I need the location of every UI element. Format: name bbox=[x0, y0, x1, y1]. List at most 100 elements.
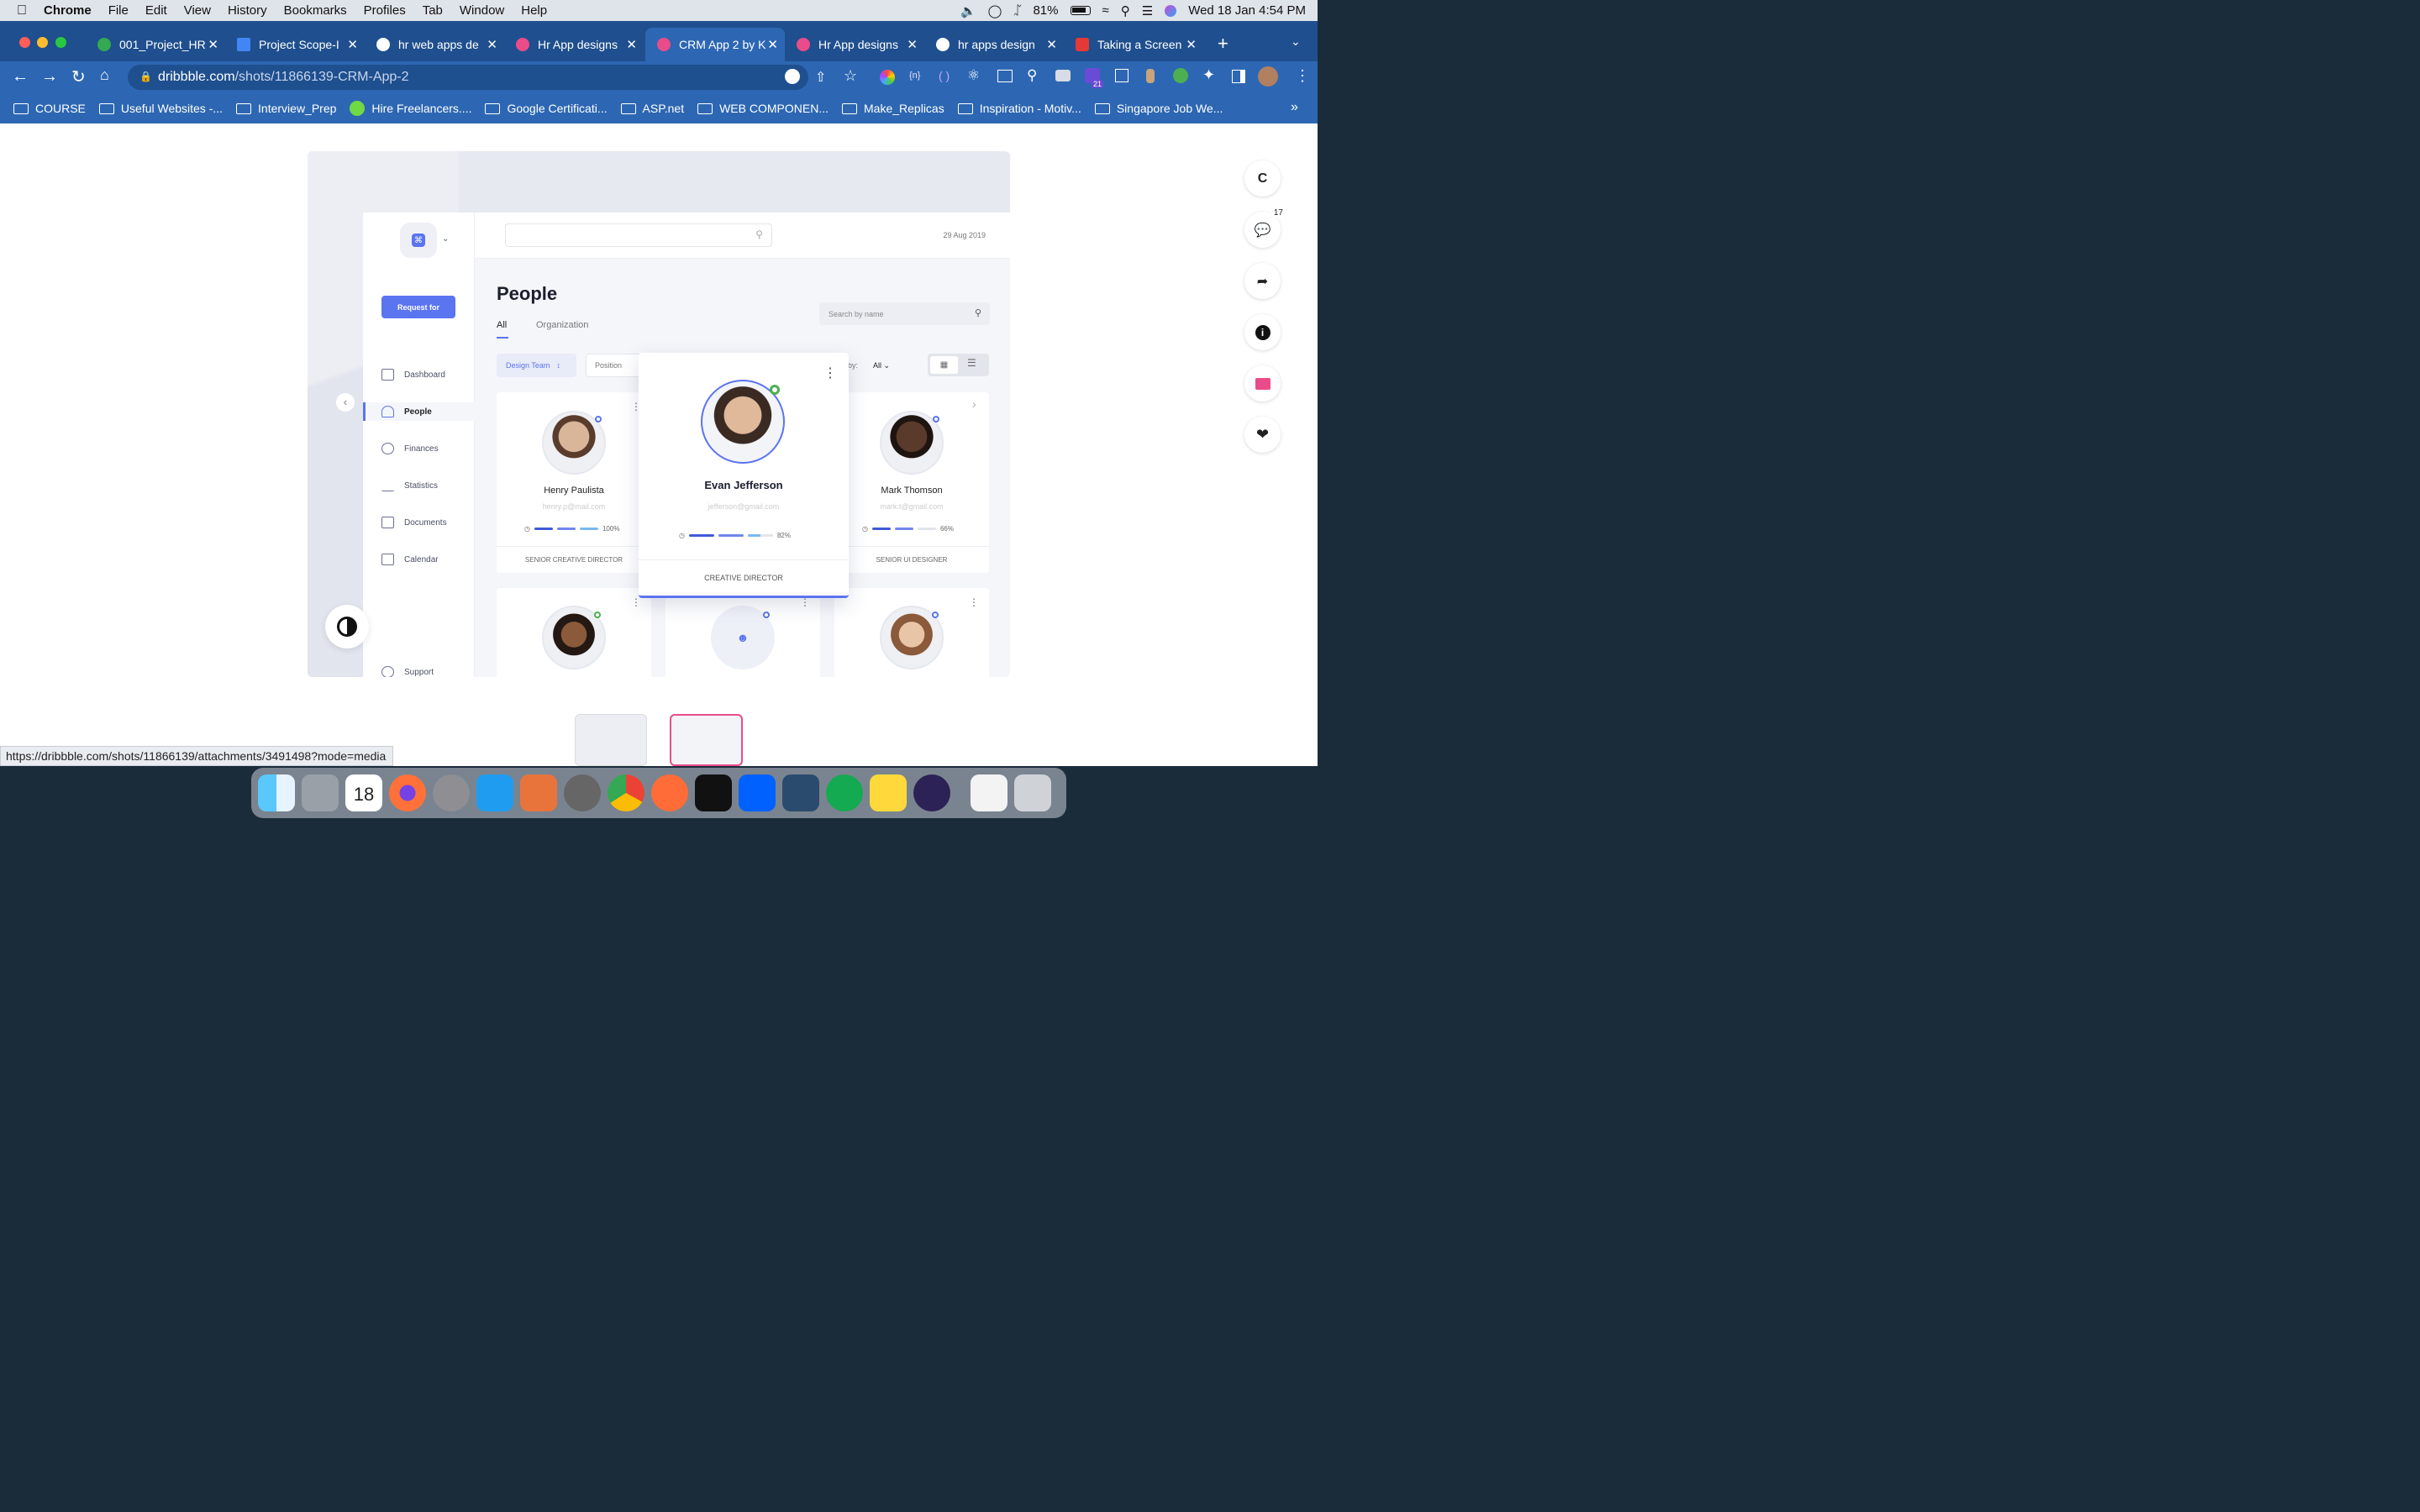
close-tab-icon[interactable]: ✕ bbox=[208, 37, 218, 52]
extension-zoom-icon[interactable]: ⚲ bbox=[1027, 67, 1037, 84]
bookmark-star-icon[interactable]: ☆ bbox=[844, 67, 857, 85]
finder-icon[interactable] bbox=[258, 774, 295, 811]
vscode-icon[interactable] bbox=[476, 774, 513, 811]
close-tab-icon[interactable]: ✕ bbox=[626, 37, 637, 52]
google-lens-icon[interactable] bbox=[785, 69, 800, 84]
side-panel-icon[interactable] bbox=[1232, 70, 1245, 83]
terminal-icon[interactable] bbox=[695, 774, 732, 811]
bookmark-folder[interactable]: Useful Websites -... bbox=[98, 102, 223, 115]
bookmark-folder[interactable]: COURSE bbox=[13, 102, 86, 115]
logo-badge[interactable]: ⌘ bbox=[400, 223, 437, 258]
theme-toggle-button[interactable] bbox=[325, 605, 369, 648]
tab[interactable]: hr web apps de ✕ bbox=[365, 28, 504, 61]
menu-history[interactable]: History bbox=[228, 3, 267, 18]
person-card[interactable]: ⋮ bbox=[834, 588, 989, 677]
back-icon[interactable]: ← bbox=[12, 67, 29, 87]
info-button[interactable]: i bbox=[1244, 314, 1281, 350]
menu-file[interactable]: File bbox=[108, 3, 129, 18]
prev-shot-button[interactable]: ‹ bbox=[336, 393, 355, 412]
tab-all[interactable]: All bbox=[497, 320, 507, 330]
menu-bookmarks[interactable]: Bookmarks bbox=[284, 3, 347, 18]
volume-icon[interactable]: 🔈 bbox=[960, 3, 976, 18]
more-icon[interactable]: ⋮ bbox=[800, 596, 810, 608]
address-bar[interactable]: 🔒 dribbble.com/shots/11866139-CRM-App-2 bbox=[128, 65, 808, 90]
extension-tree-icon[interactable] bbox=[1173, 68, 1188, 83]
accessibility-icon[interactable]: ◯ bbox=[988, 3, 1002, 18]
menu-tab[interactable]: Tab bbox=[423, 3, 443, 18]
bookmark-folder[interactable]: Interview_Prep bbox=[236, 102, 336, 115]
bookmark-folder[interactable]: ASP.net bbox=[620, 102, 684, 115]
clock[interactable]: Wed 18 Jan 4:54 PM bbox=[1188, 3, 1306, 18]
profile-avatar[interactable] bbox=[1258, 66, 1278, 87]
bookmark-folder[interactable]: Inspiration - Motiv... bbox=[957, 102, 1081, 115]
new-tab-button[interactable]: + bbox=[1218, 33, 1228, 55]
document-preview-icon[interactable] bbox=[971, 774, 1007, 811]
postman-icon[interactable] bbox=[651, 774, 688, 811]
window-zoom-button[interactable] bbox=[55, 37, 66, 48]
list-view-icon[interactable]: ☰ bbox=[967, 357, 976, 369]
control-center-icon[interactable]: ☰ bbox=[1142, 3, 1153, 18]
menu-app-name[interactable]: Chrome bbox=[44, 3, 92, 18]
extension-bracket-icon[interactable]: ( ) bbox=[939, 69, 950, 82]
nav-people[interactable]: People bbox=[381, 406, 432, 417]
trash-icon[interactable] bbox=[1014, 774, 1051, 811]
bluetooth-icon[interactable]: ᛢ bbox=[1013, 3, 1021, 18]
calendar-icon[interactable]: 18 bbox=[345, 774, 382, 811]
tab[interactable]: Taking a Screen ✕ bbox=[1064, 28, 1203, 61]
tableplus-icon[interactable] bbox=[564, 774, 601, 811]
person-card[interactable]: ⋮ bbox=[497, 588, 651, 677]
more-icon[interactable]: ⋮ bbox=[969, 596, 979, 608]
menu-profiles[interactable]: Profiles bbox=[364, 3, 406, 18]
grid-view-icon[interactable]: ▦ bbox=[930, 356, 958, 374]
tab-search-chevron-icon[interactable]: ⌄ bbox=[1291, 34, 1301, 49]
nav-finances[interactable]: Finances bbox=[381, 443, 439, 454]
chevron-right-icon[interactable]: › bbox=[972, 397, 976, 411]
close-tab-icon[interactable]: ✕ bbox=[347, 37, 358, 52]
bookmark-folder[interactable]: Singapore Job We... bbox=[1094, 102, 1223, 115]
bookmarks-overflow-icon[interactable]: » bbox=[1291, 100, 1298, 115]
nav-support[interactable]: Support bbox=[381, 666, 434, 677]
battery-icon[interactable] bbox=[1070, 6, 1091, 15]
tab[interactable]: Project Scope-I ✕ bbox=[225, 28, 365, 61]
tab[interactable]: Hr App designs ✕ bbox=[504, 28, 644, 61]
extensions-puzzle-icon[interactable]: ✦ bbox=[1202, 66, 1215, 84]
react-devtools-icon[interactable]: ⚛ bbox=[967, 67, 980, 84]
extension-json-icon[interactable]: {n} bbox=[909, 71, 920, 81]
bookmark-folder[interactable]: WEB COMPONEN... bbox=[697, 102, 829, 115]
save-collection-button[interactable] bbox=[1244, 365, 1281, 402]
menu-window[interactable]: Window bbox=[460, 3, 504, 18]
person-card[interactable]: › Mark Thomson mark.t@gmail.com ◷ 66% SEN… bbox=[834, 392, 989, 573]
close-tab-icon[interactable]: ✕ bbox=[907, 37, 918, 52]
person-card[interactable]: ⋮ Henry Paulista henry.p@mail.com ◷ 100% … bbox=[497, 392, 651, 573]
chevron-down-icon[interactable]: ⌄ bbox=[442, 234, 449, 244]
chrome-icon[interactable] bbox=[608, 774, 644, 811]
extension-table-icon[interactable] bbox=[1115, 69, 1128, 82]
bookmark-folder[interactable]: Google Certificati... bbox=[485, 102, 608, 115]
share-icon[interactable]: ⇧ bbox=[815, 69, 826, 86]
tab[interactable]: hr apps design ✕ bbox=[924, 28, 1064, 61]
nav-documents[interactable]: Documents bbox=[381, 517, 447, 528]
mongodb-compass-icon[interactable] bbox=[826, 774, 863, 811]
more-icon[interactable]: ⋮ bbox=[823, 365, 837, 381]
share-button[interactable]: ➦ bbox=[1244, 263, 1281, 299]
team-filter-select[interactable]: Design Team ↕ bbox=[497, 354, 576, 377]
like-button[interactable]: ❤ bbox=[1244, 417, 1281, 453]
chrome-menu-icon[interactable]: ⋮ bbox=[1295, 67, 1310, 85]
window-minimize-button[interactable] bbox=[37, 37, 48, 48]
search-icon[interactable]: ⚲ bbox=[1121, 3, 1130, 18]
close-tab-icon[interactable]: ✕ bbox=[767, 37, 778, 52]
menu-edit[interactable]: Edit bbox=[145, 3, 167, 18]
notes-icon[interactable] bbox=[870, 774, 907, 811]
extension-color-icon[interactable] bbox=[880, 70, 895, 85]
bookmark-link[interactable]: Hire Freelancers.... bbox=[350, 101, 471, 116]
window-close-button[interactable] bbox=[19, 37, 30, 48]
tab-active[interactable]: CRM App 2 by K ✕ bbox=[645, 28, 785, 61]
close-tab-icon[interactable]: ✕ bbox=[1186, 37, 1197, 52]
request-button[interactable]: Request for bbox=[381, 296, 455, 318]
camera-icon[interactable] bbox=[1055, 70, 1071, 81]
name-search-input[interactable]: Search by name ⚲ bbox=[819, 302, 990, 325]
home-icon[interactable]: ⌂ bbox=[100, 66, 109, 84]
launchpad-icon[interactable] bbox=[302, 774, 339, 811]
extension-screen-icon[interactable] bbox=[997, 70, 1013, 82]
featured-person-card[interactable]: ⋮ Evan Jefferson jefferson@gmail.com ◷ 82… bbox=[639, 353, 849, 598]
